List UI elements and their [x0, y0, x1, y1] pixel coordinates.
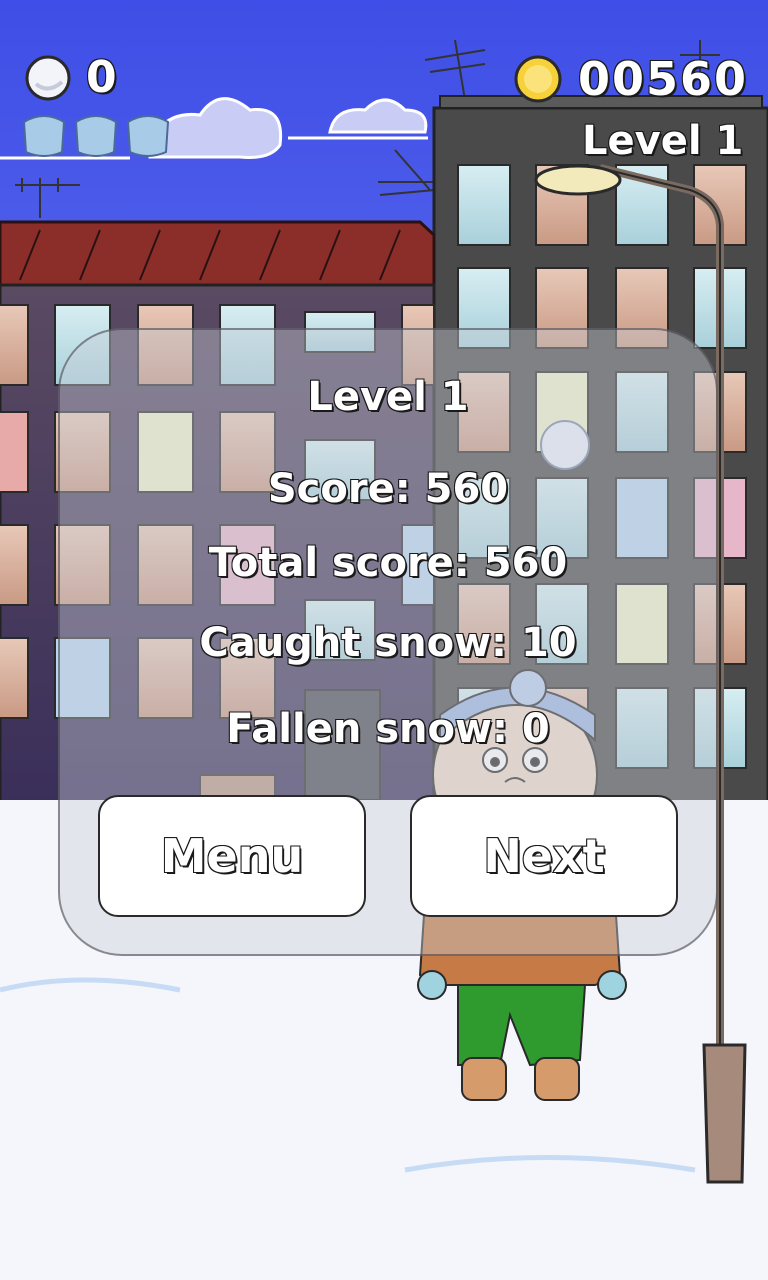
lives-row	[18, 112, 178, 162]
fallen-snow-text: Fallen snow: 0	[225, 705, 550, 753]
coin-score: 00560	[577, 51, 749, 107]
hud-level-label: Level 1	[581, 117, 744, 165]
next-button[interactable]: Next	[410, 795, 678, 917]
menu-button-label: Menu	[160, 828, 304, 884]
next-button-label: Next	[482, 828, 605, 884]
life-icon	[126, 115, 170, 157]
roof	[0, 220, 436, 287]
coin-icon	[514, 55, 562, 103]
life-icon	[22, 115, 66, 157]
caught-snow-text: Caught snow: 10	[198, 619, 577, 667]
total-score-text: Total score: 560	[208, 539, 568, 587]
panel-title: Level 1	[306, 373, 469, 421]
life-icon	[74, 115, 118, 157]
score-text: Score: 560	[267, 465, 509, 513]
snowball-count: 0	[85, 51, 118, 104]
menu-button[interactable]: Menu	[98, 795, 366, 917]
snowball-icon	[25, 55, 71, 101]
